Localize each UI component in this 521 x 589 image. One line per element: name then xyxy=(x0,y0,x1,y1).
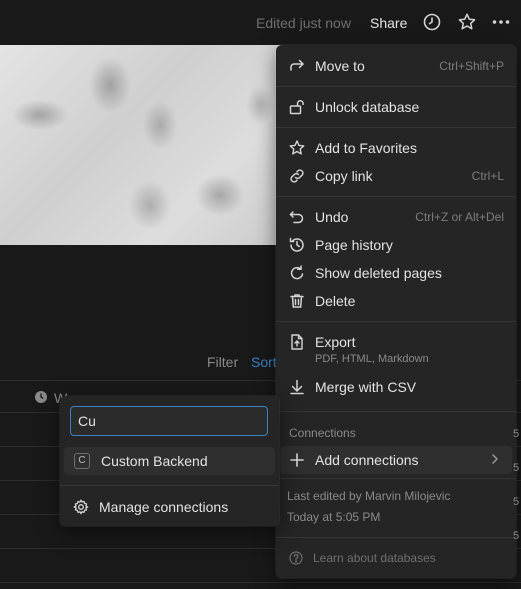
export-formats: PDF, HTML, Markdown xyxy=(315,353,429,365)
share-button[interactable]: Share xyxy=(370,15,407,31)
menu-item-unlock-database[interactable]: Unlock database xyxy=(280,93,512,121)
menu-item-add-to-favorites[interactable]: Add to Favorites xyxy=(280,134,512,162)
menu-item-move-to[interactable]: Move to Ctrl+Shift+P xyxy=(280,52,512,80)
menu-item-show-deleted-pages[interactable]: Show deleted pages xyxy=(280,259,512,287)
menu-item-label: Add to Favorites xyxy=(315,140,417,156)
more-icon[interactable] xyxy=(491,12,511,32)
trash-icon xyxy=(288,292,306,310)
menu-item-label: Page history xyxy=(315,237,393,253)
menu-item-label: Export xyxy=(315,334,356,350)
chevron-right-icon xyxy=(488,452,502,466)
menu-item-label: Merge with CSV xyxy=(315,379,417,395)
menu-item-undo[interactable]: Undo Ctrl+Z or Alt+Del xyxy=(280,203,512,231)
menu-divider xyxy=(276,411,516,412)
menu-item-delete[interactable]: Delete xyxy=(280,287,512,315)
menu-item-export[interactable]: Export xyxy=(280,328,512,356)
gear-icon xyxy=(72,498,90,516)
menu-item-label: Undo xyxy=(315,209,349,225)
edge-text-fragment: 5 xyxy=(513,462,520,474)
edge-text-fragment: 5 xyxy=(513,428,520,440)
filter-button[interactable]: Filter xyxy=(207,354,238,370)
cover-image xyxy=(0,45,300,245)
learn-about-databases-link[interactable]: Learn about databases xyxy=(313,551,436,565)
menu-divider xyxy=(276,196,516,197)
shortcut-label: Ctrl+L xyxy=(471,169,504,183)
export-icon xyxy=(288,333,306,351)
menu-divider xyxy=(276,537,516,538)
menu-item-label: Show deleted pages xyxy=(315,265,442,281)
menu-item-label: Delete xyxy=(315,293,356,309)
star-icon[interactable] xyxy=(457,12,477,32)
help-icon xyxy=(289,551,303,565)
page-options-menu: Move to Ctrl+Shift+P Unlock database Add… xyxy=(276,45,516,578)
connection-item-custom-backend[interactable]: C Custom Backend xyxy=(64,447,275,475)
connection-label: Custom Backend xyxy=(101,453,208,469)
link-icon xyxy=(288,167,306,185)
star-icon xyxy=(288,139,306,157)
last-edited-by: Last edited by Marvin Milojevic xyxy=(287,489,451,503)
menu-item-page-history[interactable]: Page history xyxy=(280,231,512,259)
manage-connections-label: Manage connections xyxy=(99,499,229,515)
menu-divider xyxy=(276,478,516,479)
clock-icon xyxy=(34,390,48,404)
menu-item-label: Copy link xyxy=(315,168,373,184)
edge-text-fragment: 5 xyxy=(513,530,520,542)
menu-divider xyxy=(276,86,516,87)
connection-badge: C xyxy=(74,453,90,469)
download-arrow-icon xyxy=(288,378,306,396)
unlock-icon xyxy=(288,98,306,116)
edge-text-fragment: 5 xyxy=(513,496,520,508)
menu-item-label: Move to xyxy=(315,58,365,74)
menu-item-label: Unlock database xyxy=(315,99,420,115)
last-edited-time: Today at 5:05 PM xyxy=(287,510,381,524)
menu-divider xyxy=(276,321,516,322)
menu-item-label: Add connections xyxy=(315,452,419,468)
menu-item-copy-link[interactable]: Copy link Ctrl+L xyxy=(280,162,512,190)
undo-icon xyxy=(288,208,306,226)
menu-item-merge-with-csv[interactable]: Merge with CSV xyxy=(280,373,512,401)
arrow-turn-icon xyxy=(288,57,306,75)
menu-divider xyxy=(276,127,516,128)
clock-icon[interactable] xyxy=(422,12,442,32)
top-bar: Edited just now Share xyxy=(0,0,521,45)
shortcut-label: Ctrl+Shift+P xyxy=(439,59,504,73)
connections-search-input[interactable] xyxy=(70,406,268,436)
manage-connections-button[interactable]: Manage connections xyxy=(64,493,275,521)
connections-section-header: Connections xyxy=(289,426,356,440)
connections-submenu: C Custom Backend Manage connections xyxy=(60,396,279,526)
table-row xyxy=(0,582,521,583)
sort-button[interactable]: Sort xyxy=(251,354,277,370)
shortcut-label: Ctrl+Z or Alt+Del xyxy=(415,210,504,224)
plus-icon xyxy=(288,451,306,469)
menu-item-add-connections[interactable]: Add connections xyxy=(280,446,512,474)
edited-status: Edited just now xyxy=(256,15,351,31)
restore-icon xyxy=(288,264,306,282)
history-icon xyxy=(288,236,306,254)
menu-divider xyxy=(60,485,279,486)
